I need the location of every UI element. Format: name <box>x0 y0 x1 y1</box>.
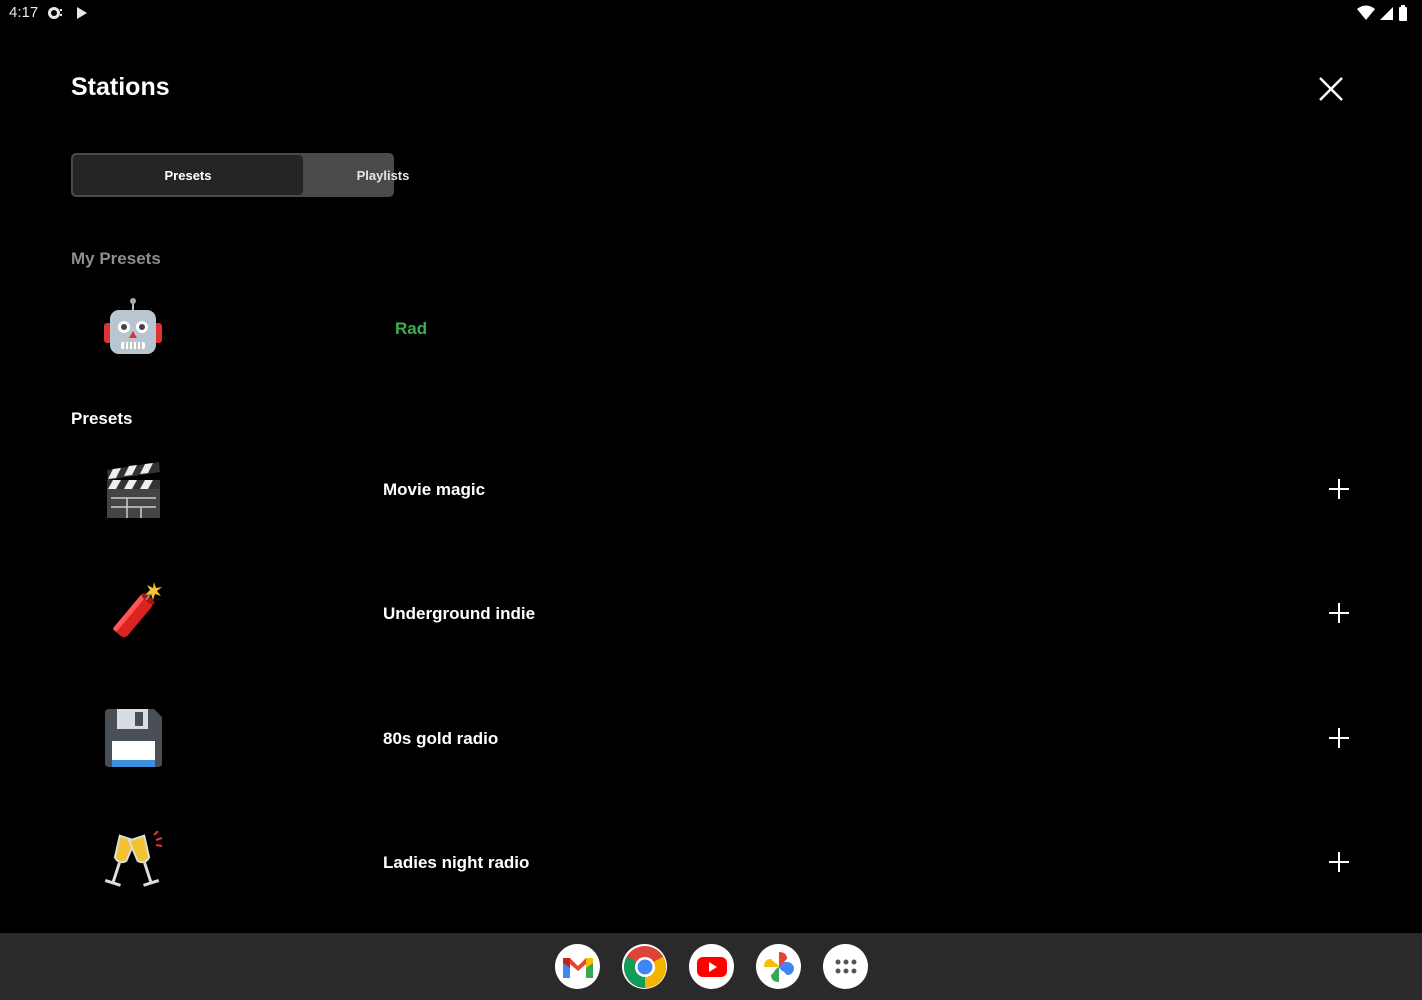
preset-label: Movie magic <box>383 480 486 499</box>
plus-icon <box>1329 603 1349 623</box>
app-drawer-button[interactable] <box>823 944 868 989</box>
youtube-app[interactable] <box>689 944 734 989</box>
play-icon <box>77 7 87 19</box>
photos-icon <box>763 951 794 982</box>
firecracker-icon <box>100 580 166 646</box>
status-bar: 4:17 <box>0 0 1422 28</box>
preset-row-80s-gold-radio[interactable]: 80s gold radio <box>0 693 1422 783</box>
preset-row-underground-indie[interactable]: Underground indie <box>0 568 1422 658</box>
chrome-app[interactable] <box>622 944 667 989</box>
plus-icon <box>1329 479 1349 499</box>
presets-heading: Presets <box>71 409 133 428</box>
chat-notification-icon <box>48 7 62 19</box>
my-preset-row[interactable]: Rad <box>0 283 1422 373</box>
app-drawer-icon <box>835 959 856 973</box>
plus-icon <box>1329 728 1349 748</box>
add-preset-button[interactable] <box>1326 600 1352 626</box>
station-type-tabs: Presets Playlists <box>71 153 409 197</box>
my-presets-heading: My Presets <box>71 249 161 268</box>
tab-presets[interactable]: Presets <box>73 155 303 195</box>
preset-row-ladies-night-radio[interactable]: Ladies night radio <box>0 817 1422 907</box>
plus-icon <box>1329 852 1349 872</box>
gmail-app[interactable] <box>555 944 600 989</box>
my-preset-label: Rad <box>395 319 428 338</box>
add-preset-button[interactable] <box>1326 476 1352 502</box>
floppy-disk-icon <box>100 705 166 771</box>
preset-label: Ladies night radio <box>383 853 530 872</box>
status-right-icons <box>1357 5 1408 21</box>
gmail-icon <box>562 957 593 978</box>
youtube-icon <box>696 956 727 977</box>
chrome-icon <box>623 945 666 988</box>
preset-label: Underground indie <box>383 604 536 623</box>
status-time: 4:17 <box>9 4 39 21</box>
preset-label: 80s gold radio <box>383 729 499 748</box>
app-dock <box>555 944 868 989</box>
close-icon <box>1319 77 1343 101</box>
cell-signal-icon <box>1380 6 1393 20</box>
page-title: Stations <box>71 73 170 101</box>
wifi-icon <box>1357 5 1375 20</box>
add-preset-button[interactable] <box>1326 725 1352 751</box>
add-preset-button[interactable] <box>1326 849 1352 875</box>
taskbar <box>0 933 1422 1000</box>
clinking-glasses-icon <box>100 829 166 895</box>
photos-app[interactable] <box>756 944 801 989</box>
status-left-icons <box>46 5 88 21</box>
battery-icon <box>1399 5 1407 21</box>
preset-row-movie-magic[interactable]: Movie magic <box>0 444 1422 534</box>
robot-icon <box>100 295 166 361</box>
tab-playlists[interactable]: Playlists <box>303 153 463 197</box>
clapperboard-icon <box>100 456 166 522</box>
close-button[interactable] <box>1314 72 1348 106</box>
stations-screen: 4:17 Stations Presets Playlists My Prese… <box>0 0 1422 1000</box>
